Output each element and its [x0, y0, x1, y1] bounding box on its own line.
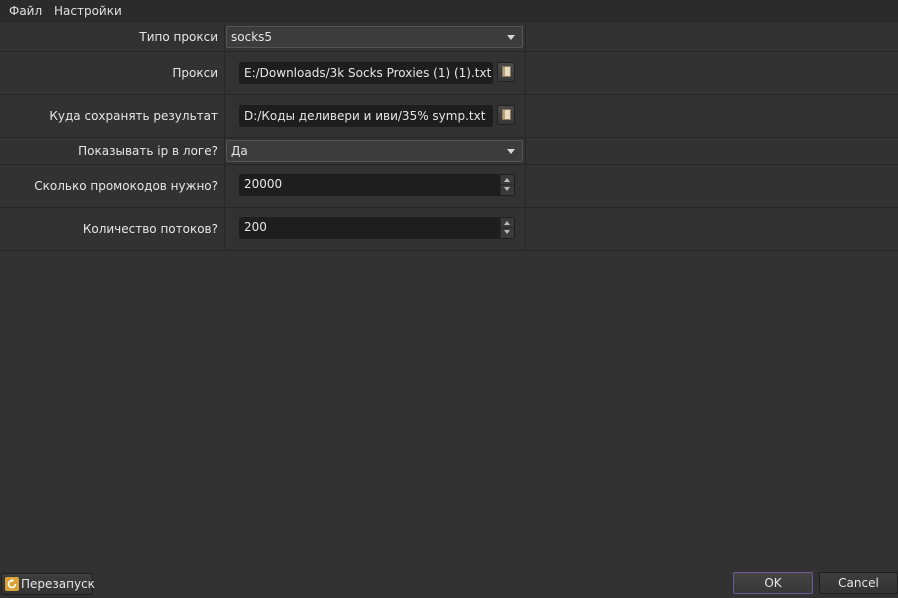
value-cell: E:/Downloads/3k Socks Proxies (1) (1).tx…	[225, 52, 526, 94]
book-icon	[502, 109, 511, 120]
promo-count-label: Сколько промокодов нужно?	[34, 179, 218, 193]
ok-button[interactable]: OK	[733, 572, 813, 594]
restart-button-label: Перезапуск	[21, 577, 95, 591]
cancel-button[interactable]: Cancel	[819, 572, 898, 594]
label-cell: Типо прокси	[0, 22, 225, 51]
ok-button-label: OK	[764, 576, 782, 590]
spin-buttons	[500, 175, 514, 195]
thread-count-label: Количество потоков?	[82, 222, 218, 236]
value-cell: D:/Коды деливери и иви/35% symp.txt	[225, 95, 526, 137]
proxy-file-input[interactable]: E:/Downloads/3k Socks Proxies (1) (1).tx…	[239, 62, 493, 84]
chevron-down-icon	[504, 187, 510, 191]
proxy-type-value: socks5	[231, 30, 273, 44]
value-cell: Да	[225, 138, 526, 164]
row-show-ip: Показывать ip в логе? Да	[0, 138, 898, 165]
chevron-down-icon	[507, 35, 515, 40]
promo-count-value: 20000	[244, 177, 283, 191]
show-ip-value: Да	[231, 144, 248, 158]
value-cell: socks5	[225, 22, 526, 51]
chevron-down-icon	[504, 230, 510, 234]
book-icon	[502, 66, 511, 77]
label-cell: Показывать ip в логе?	[0, 138, 225, 164]
chevron-up-icon	[504, 178, 510, 182]
proxy-type-select[interactable]: socks5	[226, 26, 523, 48]
thread-count-value: 200	[244, 220, 267, 234]
label-cell: Сколько промокодов нужно?	[0, 165, 225, 207]
save-path-input[interactable]: D:/Коды деливери и иви/35% symp.txt	[239, 105, 493, 127]
cancel-button-label: Cancel	[838, 576, 879, 590]
promo-count-spinbox[interactable]: 20000	[239, 174, 515, 196]
thread-count-spinbox[interactable]: 200	[239, 217, 515, 239]
proxy-type-label: Типо прокси	[139, 29, 218, 44]
menu-file[interactable]: Файл	[9, 3, 42, 19]
spin-buttons	[500, 218, 514, 238]
spin-up-button[interactable]	[501, 218, 514, 228]
chevron-down-icon	[507, 149, 515, 154]
proxy-file-browse-button[interactable]	[497, 62, 515, 82]
save-path-browse-button[interactable]	[497, 105, 515, 125]
row-proxy-file: Прокси E:/Downloads/3k Socks Proxies (1)…	[0, 52, 898, 95]
proxy-file-label: Прокси	[172, 66, 218, 80]
restart-icon	[5, 577, 19, 591]
chevron-up-icon	[504, 221, 510, 225]
label-cell: Количество потоков?	[0, 208, 225, 250]
show-ip-select[interactable]: Да	[226, 140, 523, 162]
value-cell: 200	[225, 208, 526, 250]
row-promo-count: Сколько промокодов нужно? 20000	[0, 165, 898, 208]
label-cell: Куда сохранять результат	[0, 95, 225, 137]
menu-settings[interactable]: Настройки	[54, 3, 122, 19]
proxy-file-value: E:/Downloads/3k Socks Proxies (1) (1).tx…	[244, 66, 492, 80]
show-ip-label: Показывать ip в логе?	[78, 144, 218, 158]
label-cell: Прокси	[0, 52, 225, 94]
spin-down-button[interactable]	[501, 228, 514, 238]
save-path-value: D:/Коды деливери и иви/35% symp.txt	[244, 109, 486, 123]
row-save-path: Куда сохранять результат D:/Коды деливер…	[0, 95, 898, 138]
row-proxy-type: Типо прокси socks5	[0, 22, 898, 52]
spin-up-button[interactable]	[501, 175, 514, 185]
spin-down-button[interactable]	[501, 185, 514, 195]
restart-button[interactable]: Перезапуск	[1, 573, 95, 595]
save-path-label: Куда сохранять результат	[49, 109, 218, 123]
row-thread-count: Количество потоков? 200	[0, 208, 898, 251]
menu-bar: Файл Настройки	[0, 0, 898, 22]
value-cell: 20000	[225, 165, 526, 207]
